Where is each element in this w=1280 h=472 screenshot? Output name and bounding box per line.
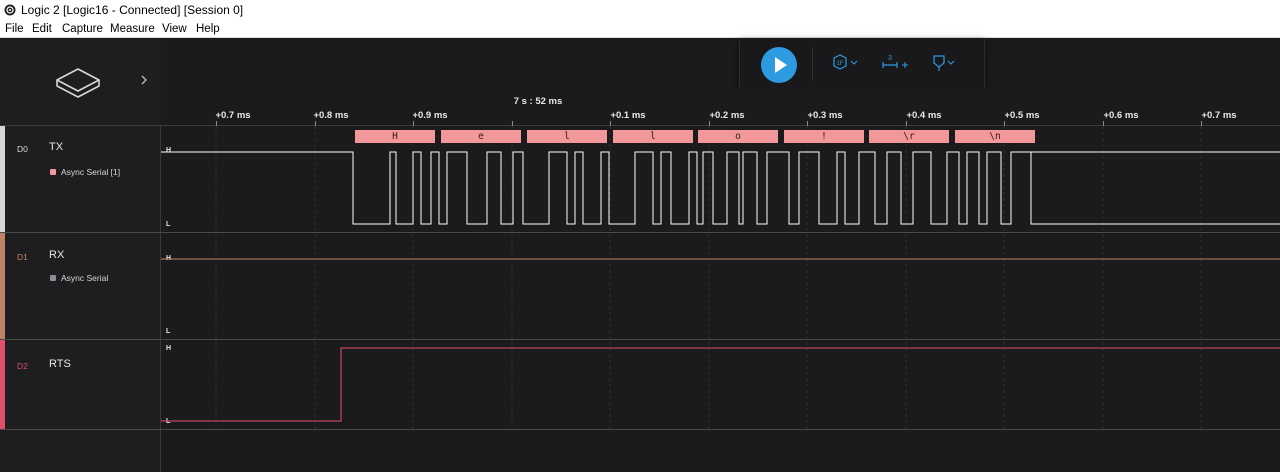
top-bar bbox=[161, 38, 1280, 88]
decoded-frame[interactable]: l bbox=[527, 130, 607, 143]
channel-color-stripe bbox=[0, 126, 5, 232]
menu-capture[interactable]: Capture bbox=[62, 20, 103, 38]
channel-name[interactable]: RTS bbox=[49, 358, 71, 370]
tx-waveform bbox=[161, 151, 1280, 225]
channel-name[interactable]: RX bbox=[49, 249, 64, 261]
menu-view[interactable]: View bbox=[162, 20, 187, 38]
trigger-icon[interactable]: 1F bbox=[830, 53, 860, 75]
channel-index: D1 bbox=[17, 252, 28, 262]
analyzer-color-dot bbox=[50, 275, 56, 281]
menu-measure[interactable]: Measure bbox=[110, 20, 155, 38]
measure-label: 3 bbox=[888, 55, 892, 62]
play-icon bbox=[775, 57, 787, 73]
channel-index: D2 bbox=[17, 361, 28, 371]
channel-color-stripe bbox=[0, 233, 5, 339]
menu-edit[interactable]: Edit bbox=[32, 20, 52, 38]
chevron-right-icon[interactable] bbox=[138, 74, 150, 86]
device-icon[interactable] bbox=[53, 62, 103, 102]
tick-label: +0.4 ms bbox=[906, 110, 942, 121]
channel-color-stripe bbox=[0, 340, 5, 429]
toolbar-divider bbox=[812, 47, 813, 81]
tick-label: +0.1 ms bbox=[610, 110, 646, 121]
analyzer-color-dot bbox=[50, 169, 56, 175]
decoded-frame[interactable]: \n bbox=[955, 130, 1035, 143]
channel-index: D0 bbox=[17, 144, 28, 154]
decoded-frame[interactable]: ! bbox=[784, 130, 864, 143]
decoded-frame[interactable]: \r bbox=[869, 130, 949, 143]
capture-toolbar: 1F 3 bbox=[739, 39, 985, 90]
menu-help[interactable]: Help bbox=[196, 20, 220, 38]
waveform-area[interactable] bbox=[161, 126, 1280, 472]
tick-label: +0.5 ms bbox=[1004, 110, 1040, 121]
logic-workspace: 1F 3 7 s : 52 ms +0.7 ms +0.8 ms +0.9 ms… bbox=[0, 38, 1280, 472]
tick-label: +0.7 ms bbox=[215, 110, 251, 121]
center-time-label: 7 s : 52 ms bbox=[513, 96, 563, 107]
analyzer-label[interactable]: Async Serial [1] bbox=[61, 167, 120, 177]
channel-header-d2[interactable]: D2 RTS bbox=[0, 340, 161, 429]
menu-bar: File Edit Capture Measure View Help bbox=[0, 20, 1280, 38]
decoded-frame[interactable]: l bbox=[613, 130, 693, 143]
decoded-frame[interactable]: e bbox=[441, 130, 521, 143]
start-capture-button[interactable] bbox=[761, 47, 797, 83]
grid-lines bbox=[215, 126, 1202, 430]
title-bar: Logic 2 [Logic16 - Connected] [Session 0… bbox=[0, 0, 1280, 20]
analyzer-label[interactable]: Async Serial bbox=[61, 273, 108, 283]
device-panel bbox=[0, 38, 161, 126]
tick-label: +0.9 ms bbox=[412, 110, 448, 121]
logic-app-icon bbox=[4, 4, 16, 16]
marker-icon[interactable] bbox=[930, 53, 960, 75]
time-ruler[interactable]: 7 s : 52 ms +0.7 ms +0.8 ms +0.9 ms +0.1… bbox=[161, 88, 1280, 126]
sidebar-empty bbox=[0, 430, 161, 472]
decoded-frame[interactable]: o bbox=[698, 130, 778, 143]
channel-header-d1[interactable]: D1 RX Async Serial bbox=[0, 233, 161, 339]
tick-label: +0.7 ms bbox=[1201, 110, 1237, 121]
tick-label: +0.6 ms bbox=[1103, 110, 1139, 121]
measure-icon[interactable]: 3 bbox=[880, 53, 912, 75]
trigger-label: 1F bbox=[836, 61, 843, 67]
tick-label: +0.2 ms bbox=[709, 110, 745, 121]
tick-label: +0.3 ms bbox=[807, 110, 843, 121]
channel-header-d0[interactable]: D0 TX Async Serial [1] bbox=[0, 126, 161, 232]
tick-label: +0.8 ms bbox=[313, 110, 349, 121]
window-title: Logic 2 [Logic16 - Connected] [Session 0… bbox=[21, 3, 244, 17]
decoded-frame[interactable]: H bbox=[355, 130, 435, 143]
menu-file[interactable]: File bbox=[5, 20, 24, 38]
rts-waveform bbox=[161, 347, 1280, 422]
channel-name[interactable]: TX bbox=[49, 141, 63, 153]
